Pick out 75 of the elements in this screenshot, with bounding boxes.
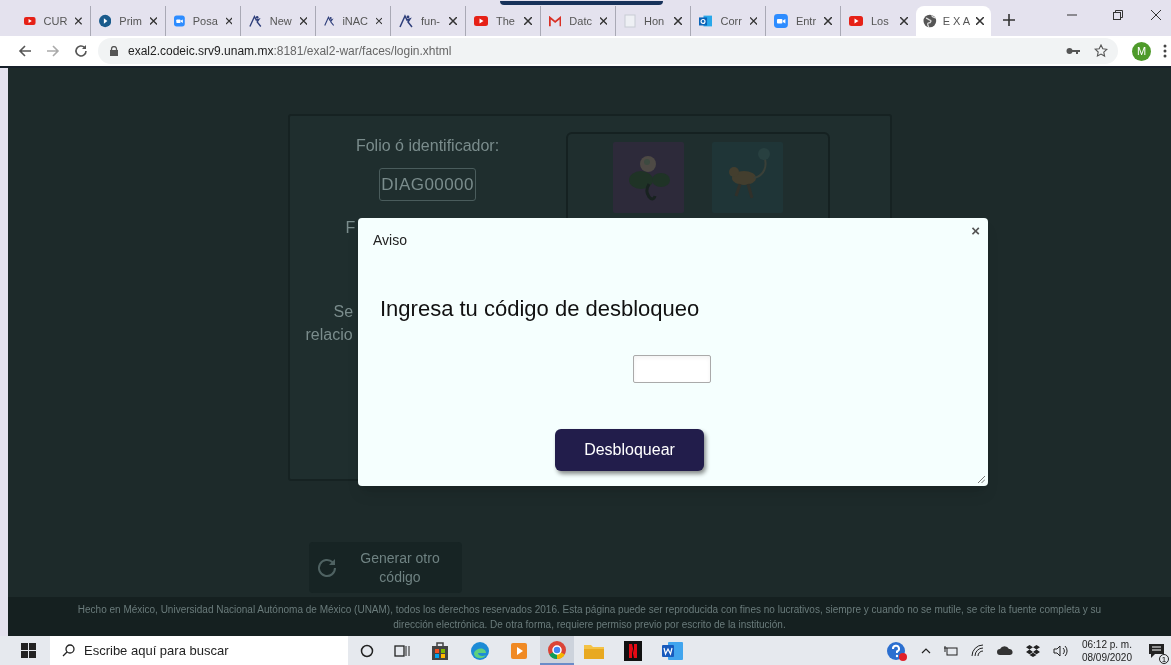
figure-icon [324, 14, 335, 28]
close-icon[interactable] [976, 17, 984, 25]
document-icon [624, 14, 636, 28]
unlock-button[interactable]: Desbloquear [555, 429, 704, 471]
cortana-icon[interactable] [360, 643, 374, 658]
restore-icon[interactable] [1113, 10, 1123, 20]
close-icon[interactable] [376, 17, 382, 25]
back-icon[interactable] [18, 44, 32, 58]
folio-label: Folio ó identificador: [355, 136, 500, 156]
store-icon[interactable] [430, 640, 450, 661]
notification-icon [1148, 643, 1164, 658]
close-icon[interactable] [749, 17, 757, 25]
close-icon[interactable] [225, 17, 232, 25]
search-field[interactable]: Escribe aquí para buscar [84, 640, 348, 661]
dropbox-icon[interactable] [1025, 644, 1040, 657]
video-camera-icon [174, 14, 185, 28]
notification-count: 1 [1159, 653, 1169, 664]
search-icon [62, 644, 75, 657]
reload-icon[interactable] [74, 44, 88, 58]
chevron-up-icon[interactable] [920, 647, 931, 654]
edge-icon[interactable] [470, 640, 490, 661]
volume-icon[interactable] [1052, 644, 1069, 657]
word-icon[interactable] [662, 640, 684, 661]
close-icon[interactable] [299, 17, 307, 25]
battery-icon[interactable] [943, 645, 958, 656]
globe-icon [923, 14, 937, 28]
video-play-icon [24, 16, 36, 26]
clock[interactable]: 06:12 p. m. 08/09/2020 [1081, 637, 1132, 664]
video-play-icon [849, 16, 863, 26]
profile-avatar[interactable]: M [1132, 41, 1151, 61]
netflix-icon[interactable] [624, 640, 642, 661]
close-icon[interactable] [599, 17, 607, 25]
star-icon[interactable] [1094, 44, 1108, 58]
partial-label: Se [333, 302, 354, 322]
figure-icon [249, 14, 262, 28]
address-bar[interactable]: exal2.codeic.srv9.unam.mx:8181/exal2-war/faces/login.xhtml [98, 38, 1118, 64]
close-icon[interactable] [75, 17, 82, 25]
resize-handle-icon[interactable] [978, 476, 985, 483]
video-camera-icon [774, 14, 788, 28]
chrome-taskbar-button[interactable] [540, 636, 574, 665]
close-icon[interactable] [449, 17, 457, 25]
close-icon[interactable] [674, 17, 682, 25]
lock-icon [110, 46, 118, 56]
close-icon[interactable] [524, 17, 532, 25]
cloud-icon[interactable] [996, 646, 1013, 655]
close-button[interactable]: × [971, 222, 980, 240]
task-view-icon[interactable] [394, 643, 410, 658]
folio-field[interactable]: DIAG00000 [379, 168, 476, 201]
close-icon[interactable] [824, 17, 832, 25]
video-play-icon [474, 16, 488, 26]
key-icon[interactable] [1066, 47, 1080, 55]
play-icon [99, 14, 112, 28]
help-icon[interactable] [885, 640, 908, 661]
mail-app-icon [699, 14, 713, 28]
footer-text: Hecho en México, Universidad Nacional Autónoma de México (UNAM), todos los derechos reservados 2016. Esta página puede ser reproducida con fines no lucrativos, siempre y cuando no se mutile, se cite la fuente completa y su dirección electrónica. De otra forma, requiere permiso previo por escrito de la institución. [76, 602, 1103, 632]
partial-label: relacio [305, 325, 353, 345]
windows-start-icon[interactable] [21, 643, 36, 658]
mail-icon [549, 15, 562, 27]
chrome-icon [547, 639, 567, 660]
dialog-title: Aviso [373, 231, 407, 250]
search-bar[interactable]: Escribe aquí para buscar [50, 636, 348, 665]
figure-icon [399, 14, 413, 28]
close-icon[interactable] [149, 17, 157, 25]
url-text: exal2.codeic.srv9.unam.mx:8181/exal2-war/faces/login.xhtml [128, 43, 452, 60]
unlock-code-field[interactable] [633, 355, 711, 383]
partial-label: F [345, 218, 356, 238]
notification-button[interactable]: 1 [1145, 639, 1167, 662]
menu-icon[interactable] [1163, 44, 1167, 58]
dialog-heading: Ingresa tu código de desbloqueo [380, 295, 700, 323]
regenerate-button[interactable]: Generar otro código [308, 542, 462, 593]
browser-tab[interactable]: E X A [916, 6, 991, 36]
close-icon[interactable] [900, 17, 908, 25]
close-icon[interactable] [1151, 10, 1161, 20]
browser-tab[interactable]: Los [841, 6, 916, 36]
wifi-icon[interactable] [970, 644, 984, 657]
